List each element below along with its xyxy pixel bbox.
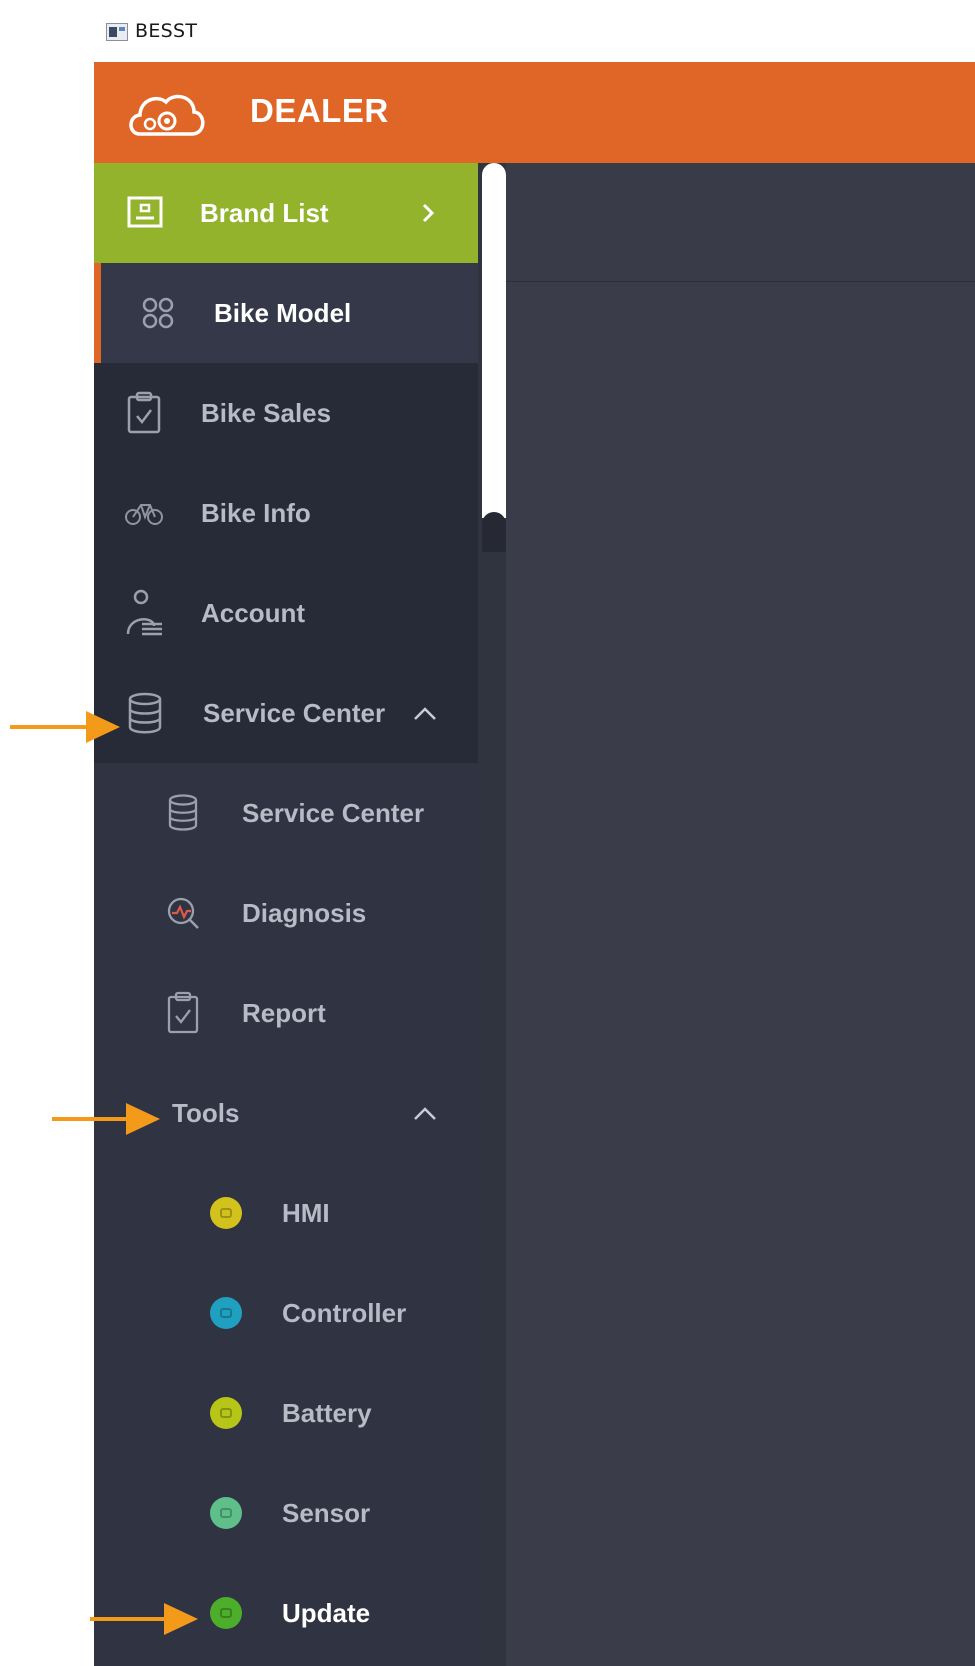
- sidebar-item-bike-sales[interactable]: Bike Sales: [94, 363, 478, 463]
- sidebar-item-service-center[interactable]: Service Center: [94, 663, 478, 763]
- bicycle-icon: [125, 504, 163, 525]
- chevron-right-icon: [422, 203, 435, 223]
- cloud-gear-icon: [129, 94, 205, 136]
- hmi-icon: [210, 1197, 242, 1229]
- content-toolbar: [506, 163, 975, 282]
- scrollbar-thumb-shadow: [482, 512, 506, 552]
- tools-item-battery[interactable]: Battery: [94, 1363, 478, 1463]
- tools-item-sensor[interactable]: Sensor: [94, 1463, 478, 1563]
- diagnosis-icon: [167, 897, 199, 929]
- submenu-item-label: Report: [242, 998, 326, 1028]
- tools-item-hmi[interactable]: HMI: [94, 1163, 478, 1263]
- sensor-icon: [210, 1497, 242, 1529]
- database-icon: [128, 692, 162, 734]
- scrollbar-thumb[interactable]: [482, 163, 506, 518]
- clipboard-check-icon: [127, 391, 161, 434]
- clipboard-check-icon: [167, 991, 199, 1034]
- app-header: DEALER: [94, 62, 975, 163]
- grid-icon: [142, 297, 174, 329]
- sidebar-item-bike-info[interactable]: Bike Info: [94, 463, 478, 563]
- annotation-arrow-icon: [10, 711, 120, 743]
- sidebar-item-label: Bike Info: [201, 498, 311, 528]
- update-icon: [210, 1597, 242, 1629]
- submenu-item-service-center[interactable]: Service Center: [94, 763, 478, 863]
- tools-item-label: Update: [282, 1598, 371, 1628]
- sidebar-item-brand-list[interactable]: Brand List: [94, 163, 478, 263]
- tools-item-controller[interactable]: Controller: [94, 1263, 478, 1363]
- main-content: [506, 163, 975, 1666]
- window-titlebar: BESST: [0, 0, 975, 62]
- window-title: BESST: [135, 20, 198, 42]
- submenu-item-label: Diagnosis: [242, 898, 367, 928]
- sidebar: Brand List Bike Model Bike Sales Bike In…: [94, 163, 478, 1666]
- tools-item-label: HMI: [282, 1198, 330, 1228]
- user-list-icon: [126, 589, 162, 636]
- sidebar-item-bike-model[interactable]: Bike Model: [94, 263, 478, 363]
- chevron-up-icon: [414, 707, 436, 720]
- annotation-arrow-icon: [90, 1603, 198, 1635]
- sidebar-item-label: Brand List: [200, 198, 329, 228]
- annotation-arrow-icon: [52, 1103, 160, 1135]
- id-card-icon: [127, 196, 163, 228]
- sidebar-item-label: Bike Sales: [201, 398, 332, 428]
- submenu-item-report[interactable]: Report: [94, 963, 478, 1063]
- brand-name: DEALER: [250, 92, 389, 129]
- tools-item-label: Sensor: [282, 1498, 371, 1528]
- sidebar-item-label: Service Center: [203, 698, 386, 728]
- submenu-item-label: Service Center: [242, 798, 425, 828]
- tools-item-label: Battery: [282, 1398, 372, 1428]
- sidebar-item-label: Account: [201, 598, 305, 628]
- tools-label: Tools: [172, 1098, 240, 1128]
- app-icon: [106, 23, 128, 41]
- sidebar-item-account[interactable]: Account: [94, 563, 478, 663]
- controller-icon: [210, 1297, 242, 1329]
- tools-item-label: Controller: [282, 1298, 407, 1328]
- database-icon: [168, 794, 198, 831]
- battery-icon: [210, 1397, 242, 1429]
- submenu-item-diagnosis[interactable]: Diagnosis: [94, 863, 478, 963]
- sidebar-item-label: Bike Model: [214, 298, 352, 328]
- chevron-up-icon: [414, 1107, 436, 1120]
